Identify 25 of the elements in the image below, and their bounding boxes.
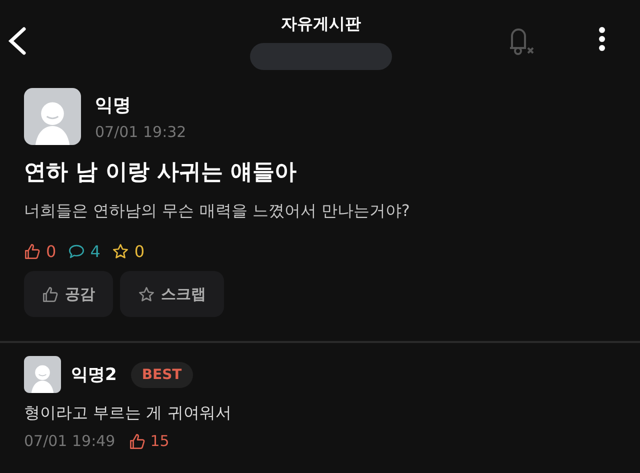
star-icon [112,243,130,260]
best-badge: BEST [130,362,193,388]
like-count: 15 [150,432,170,450]
comment-text: 형이라고 부르는 게 귀여워서 [24,403,232,424]
stat-count: 0 [46,242,56,261]
back-button[interactable] [6,26,28,56]
thumbs-up-icon [24,243,41,260]
post-body: 너희들은 연하남의 무슨 매력을 느꼈어서 만나는거야? [24,201,411,222]
more-icon[interactable] [598,26,606,52]
avatar-icon [24,88,81,145]
thumbs-up-icon [129,432,146,450]
speech-bubble-icon [68,243,86,260]
avatar-icon [24,356,61,393]
stat-count: 4 [90,242,100,261]
post-time: 07/01 19:32 [95,122,186,140]
thumbs-up-icon [42,286,59,302]
comment-time: 07/01 19:49 [24,432,116,450]
post-title: 연하 남 이랑 사귀는 얘들아 [24,159,298,187]
board-title: 자유게시판 [281,14,361,35]
scrap-button[interactable]: 스크랩 [120,271,224,317]
like-button[interactable]: 공감 [24,271,113,317]
author-name: 익명 [95,94,132,116]
commenter-name: 익명2 [71,364,117,386]
star-icon [138,286,155,302]
stat-count: 0 [134,242,145,261]
